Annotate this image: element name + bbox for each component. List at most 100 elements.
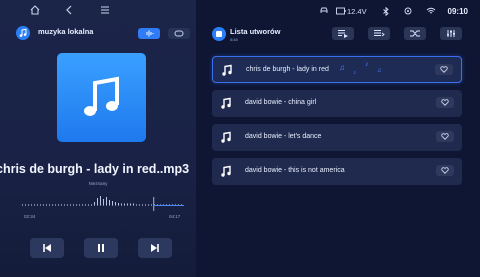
favorite-button[interactable] — [435, 64, 453, 75]
repeat-button[interactable] — [168, 28, 190, 39]
pause-icon — [98, 244, 104, 252]
heart-icon — [441, 133, 449, 140]
heart-icon — [440, 66, 448, 73]
previous-icon — [43, 244, 51, 252]
waveform-bar — [40, 204, 41, 206]
home-icon[interactable] — [28, 4, 42, 18]
favorite-button[interactable] — [436, 165, 454, 176]
waveform-bar — [106, 197, 107, 206]
playing-note-icon: ♪ — [365, 61, 369, 68]
seek-marker[interactable] — [153, 197, 155, 211]
list-item[interactable]: david bowie - this is not america — [212, 158, 462, 185]
wifi-icon — [426, 7, 436, 14]
settings-button[interactable] — [440, 27, 462, 40]
battery-icon — [336, 7, 346, 15]
menu-icon[interactable] — [98, 4, 112, 18]
waveform-bar — [73, 204, 74, 206]
waveform-bar — [124, 203, 125, 206]
playlist-menu-button[interactable] — [368, 27, 390, 40]
waveform-bar — [52, 204, 53, 206]
waveform-bar — [85, 204, 86, 206]
playlist-title: Lista utworów — [230, 27, 281, 36]
playing-note-icon: ♫ — [377, 68, 382, 74]
track-label: david bowie - china girl — [245, 99, 317, 106]
waveform-bar — [64, 204, 65, 206]
waveform-bar — [145, 204, 146, 206]
playing-note-icon: ♫ — [339, 63, 345, 72]
waveform-bar — [121, 203, 122, 206]
list-item[interactable]: david bowie - china girl — [212, 90, 462, 117]
waveform-bar — [31, 204, 32, 206]
waveform-bar — [133, 203, 134, 206]
shuffle-button[interactable] — [404, 27, 426, 40]
clock: 09:10 — [447, 7, 468, 16]
playlist-count: 8/48 — [230, 37, 238, 42]
back-icon[interactable] — [62, 4, 76, 18]
waveform-bar — [151, 204, 152, 206]
music-note-icon — [221, 165, 231, 177]
playlist-icon — [212, 27, 226, 41]
waveform-bar — [22, 204, 23, 206]
pause-button[interactable] — [84, 238, 118, 258]
waveform-bar — [55, 204, 56, 206]
progress-line — [153, 205, 184, 206]
total-time: 04:17 — [169, 214, 181, 219]
waveform-bar — [148, 204, 149, 206]
playing-note-icon: ♪ — [353, 70, 356, 76]
shuffle-icon — [410, 30, 420, 37]
app-title: muzyka lokalna — [38, 27, 94, 36]
status-bar: 12.4V 09:10 — [196, 0, 480, 22]
waveform-bar — [43, 204, 44, 206]
previous-button[interactable] — [30, 238, 64, 258]
waveform-bar — [91, 204, 92, 206]
track-label: david bowie - let's dance — [245, 133, 322, 140]
queue-icon — [338, 30, 348, 38]
waveform-seekbar[interactable] — [22, 194, 184, 212]
music-app-icon — [16, 26, 30, 40]
music-player-screen: muzyka lokalna chris de burgh - lady in … — [0, 0, 480, 277]
waveform-bar — [34, 204, 35, 206]
battery-voltage: 12.4V — [347, 7, 367, 16]
waveform-bar — [46, 204, 47, 206]
waveform-bar — [25, 204, 26, 206]
bluetooth-icon — [383, 7, 389, 16]
next-button[interactable] — [138, 238, 172, 258]
waveform-bar — [142, 204, 143, 206]
waveform-bar — [28, 204, 29, 206]
waveform-bar — [58, 204, 59, 206]
waveform-bar — [94, 202, 95, 206]
nav-bar — [0, 0, 196, 22]
next-icon — [151, 244, 159, 252]
track-label: david bowie - this is not america — [245, 167, 345, 174]
waveform-bar — [76, 204, 77, 206]
list-icon — [374, 30, 385, 37]
album-cover — [57, 53, 146, 142]
waveform-bar — [115, 202, 116, 206]
track-label: chris de burgh - lady in red — [246, 66, 329, 73]
music-note-icon — [221, 97, 231, 109]
waveform-bar — [136, 204, 137, 206]
heart-icon — [441, 167, 449, 174]
waveform-bar — [49, 204, 50, 206]
waveform-bar — [97, 198, 98, 206]
equalizer-button[interactable] — [138, 28, 160, 39]
waveform-bar — [37, 204, 38, 206]
playlist-panel: 12.4V 09:10 Lista utworów 8/48 chris de … — [196, 0, 480, 277]
now-playing-panel: muzyka lokalna chris de burgh - lady in … — [0, 0, 196, 277]
heart-icon — [441, 99, 449, 106]
sliders-icon — [447, 30, 455, 37]
music-note-icon — [221, 131, 231, 143]
waveform-bar — [118, 203, 119, 206]
playlist-header: Lista utworów 8/48 — [196, 22, 480, 48]
waveform-bar — [103, 199, 104, 206]
waveform-bar — [100, 196, 101, 206]
list-item[interactable]: chris de burgh - lady in red ♫ ♪ ♪ ♫ — [212, 56, 462, 83]
waveform-bar — [70, 204, 71, 206]
list-item[interactable]: david bowie - let's dance — [212, 124, 462, 151]
play-queue-button[interactable] — [332, 27, 354, 40]
repeat-icon — [174, 30, 184, 37]
favorite-button[interactable] — [436, 97, 454, 108]
favorite-button[interactable] — [436, 131, 454, 142]
waveform-bar — [139, 204, 140, 206]
music-note-icon — [222, 64, 232, 76]
